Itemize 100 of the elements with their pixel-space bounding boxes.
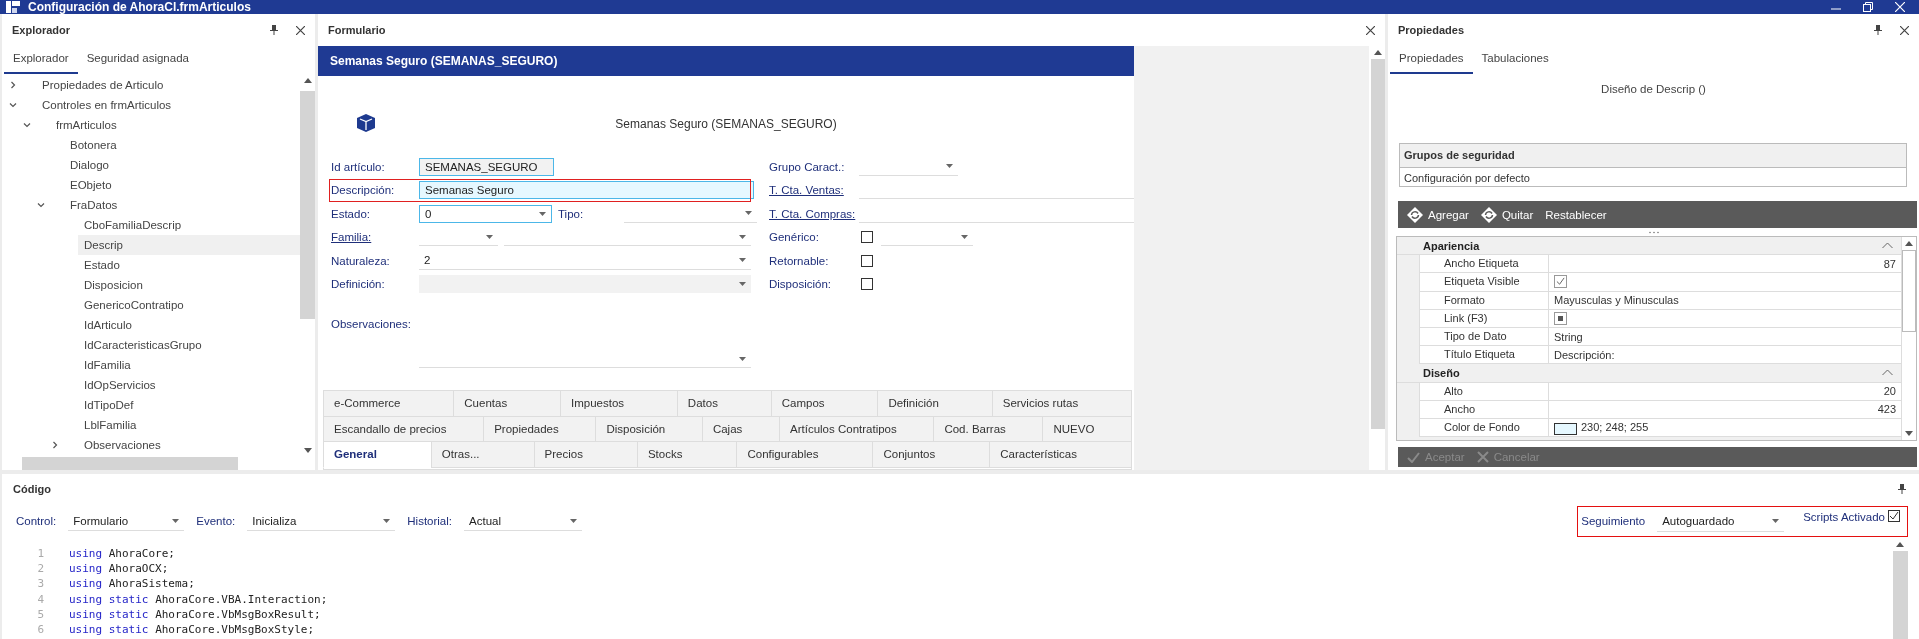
pin-icon[interactable] xyxy=(270,25,278,35)
text-field[interactable]: SEMANAS_SEGURO xyxy=(419,157,554,176)
pin-icon[interactable] xyxy=(1874,25,1882,35)
tab[interactable]: Propiedades xyxy=(1390,46,1473,74)
close-icon[interactable] xyxy=(1900,25,1909,35)
property-value[interactable]: 230; 248; 255 xyxy=(1581,421,1649,434)
field-label: Disposición: xyxy=(769,278,832,291)
field-link[interactable]: T. Cta. Ventas: xyxy=(769,184,853,197)
dropdown-caret-icon xyxy=(745,211,752,216)
chevron-down-icon[interactable] xyxy=(23,121,31,129)
property-value[interactable]: Mayusculas y Minusculas xyxy=(1554,294,1679,307)
tree-item[interactable]: IdCaracteristicasGrupo xyxy=(78,335,300,355)
close-icon[interactable] xyxy=(1366,25,1375,35)
tree-item[interactable]: IdArticulo xyxy=(78,315,300,335)
tab[interactable]: Precios xyxy=(533,441,638,468)
panel-title: Formulario xyxy=(328,24,386,36)
property-value[interactable]: 87 xyxy=(1883,257,1896,270)
checkbox[interactable] xyxy=(1888,509,1900,522)
line-number: 5 xyxy=(36,607,45,621)
tree-item[interactable]: Dialogo xyxy=(64,155,300,175)
tree-item[interactable]: Observaciones xyxy=(78,435,300,455)
tab[interactable]: e-Commerce xyxy=(323,390,455,417)
scrollbar[interactable] xyxy=(1901,237,1916,440)
property-value[interactable]: Descripción: xyxy=(1554,348,1615,361)
tab[interactable]: Explorador xyxy=(4,46,78,74)
field-link[interactable]: T. Cta. Compras: xyxy=(769,207,853,220)
checkbox[interactable] xyxy=(1554,311,1567,325)
tab[interactable]: Tabulaciones xyxy=(1472,46,1558,74)
tab[interactable]: Impuestos xyxy=(559,390,678,417)
tab[interactable]: Características xyxy=(989,441,1132,468)
field-label: Id artículo: xyxy=(331,160,386,173)
dropdown-caret-icon xyxy=(739,234,746,239)
checkbox[interactable] xyxy=(1554,275,1567,289)
tree-item[interactable]: EObjeto xyxy=(64,175,300,195)
property-name: Link (F3) xyxy=(1420,309,1549,327)
tab[interactable]: Seguridad asignada xyxy=(77,46,198,74)
dropdown-caret-icon xyxy=(486,234,493,239)
tab[interactable]: Campos xyxy=(770,390,879,417)
tab[interactable]: Servicios rutas xyxy=(991,390,1132,417)
tree-item[interactable]: IdFamilia xyxy=(78,355,300,375)
dropdown-caret-icon xyxy=(739,281,746,286)
dropdown-field[interactable]: Formulario xyxy=(68,511,185,531)
property-value[interactable]: 423 xyxy=(1877,403,1896,416)
tree-item[interactable]: Botonera xyxy=(64,135,300,155)
dropdown-field[interactable]: 2 xyxy=(419,251,751,270)
color-swatch[interactable] xyxy=(1554,423,1577,436)
tree-item[interactable]: GenericoContratipo xyxy=(78,295,300,315)
property-name: Color de Fondo xyxy=(1420,418,1549,437)
field-label: Retornable: xyxy=(769,254,830,267)
tab[interactable]: Datos xyxy=(676,390,772,417)
checkbox[interactable] xyxy=(861,254,873,267)
dropdown-field[interactable]: Autoguardado xyxy=(1657,510,1785,532)
tab[interactable]: Definición xyxy=(877,390,993,417)
field-label: Tipo: xyxy=(558,207,585,220)
chevron-right-icon[interactable] xyxy=(9,81,17,89)
tree-item[interactable]: Controles en frmArticulos xyxy=(36,95,300,115)
tree-item[interactable]: LblFamilia xyxy=(78,415,300,435)
tree-item[interactable]: Estado xyxy=(78,255,300,275)
dropdown-field[interactable]: Inicializa xyxy=(247,511,396,531)
list-item[interactable]: Configuración por defecto xyxy=(1400,168,1906,186)
tree-item[interactable]: FraDatos xyxy=(64,195,300,215)
tab[interactable]: Stocks xyxy=(636,441,738,468)
tree-item[interactable]: Propiedades de Articulo xyxy=(36,75,300,95)
tree-item[interactable]: frmArticulos xyxy=(50,115,300,135)
dropdown-field[interactable]: Actual xyxy=(464,511,582,531)
chevron-down-icon[interactable] xyxy=(37,201,45,209)
tree-item[interactable]: Descrip xyxy=(78,235,300,255)
form-header: Semanas Seguro (SEMANAS_SEGURO) xyxy=(318,46,1134,76)
dropdown-caret-icon xyxy=(539,211,546,216)
restore-icon[interactable] xyxy=(1863,2,1873,12)
toolbar-button[interactable]: Restablecer xyxy=(1542,208,1610,221)
tree-item[interactable]: Disposicion xyxy=(78,275,300,295)
tab[interactable]: Configurables xyxy=(736,441,874,468)
x-icon xyxy=(1476,451,1489,463)
tree-item[interactable]: IdOpServicios xyxy=(78,375,300,395)
field-label: Descripción: xyxy=(331,184,396,197)
field-label: Naturaleza: xyxy=(331,254,391,267)
property-value[interactable]: 20 xyxy=(1883,385,1896,398)
checkbox[interactable] xyxy=(861,278,873,291)
toolbar-button[interactable]: Quitar xyxy=(1477,206,1537,223)
field-label: Grupo Caract.: xyxy=(769,160,846,173)
property-value[interactable]: String xyxy=(1554,330,1583,343)
pin-icon[interactable] xyxy=(1898,484,1906,494)
tree-item[interactable]: CboFamiliaDescrip xyxy=(78,215,300,235)
dropdown-field[interactable]: 0 xyxy=(419,204,552,223)
property-name: Título Etiqueta xyxy=(1420,346,1549,364)
chevron-right-icon[interactable] xyxy=(51,441,59,449)
section-header: Grupos de seguridad xyxy=(1400,144,1906,168)
splitter-grip-icon[interactable] xyxy=(1648,230,1659,234)
toolbar-button[interactable]: Agregar xyxy=(1404,206,1472,223)
field-link[interactable]: Familia: xyxy=(331,231,413,244)
close-icon[interactable] xyxy=(296,25,305,35)
tab[interactable]: Conjuntos xyxy=(872,441,991,468)
tree-item[interactable]: IdTipoDef xyxy=(78,395,300,415)
tab[interactable]: Otras... xyxy=(430,441,535,468)
chevron-down-icon[interactable] xyxy=(9,101,17,109)
dropdown-caret-icon xyxy=(1772,518,1780,523)
tab[interactable]: Cuentas xyxy=(453,390,561,417)
checkbox[interactable] xyxy=(861,231,873,244)
text-field[interactable]: Semanas Seguro xyxy=(419,181,754,200)
